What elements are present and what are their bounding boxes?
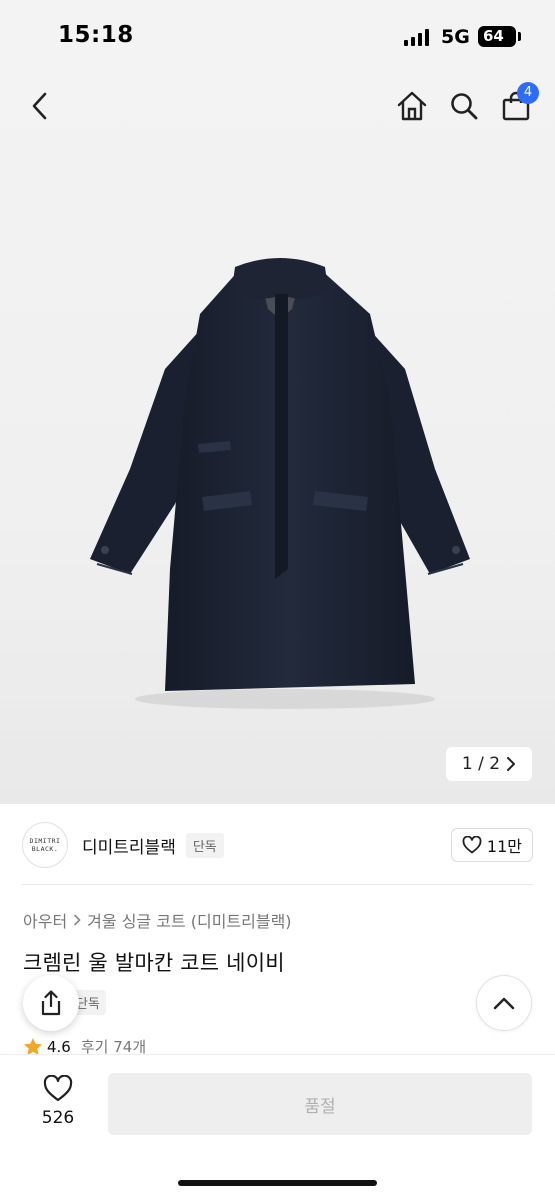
home-icon — [397, 91, 427, 121]
chevron-right-icon — [74, 914, 81, 926]
scroll-to-top-button[interactable] — [476, 975, 532, 1031]
product-image[interactable] — [70, 229, 490, 719]
chevron-left-icon — [32, 92, 47, 120]
chevron-up-icon — [493, 997, 515, 1010]
brand-logo[interactable]: DIMITRI BLACK. — [22, 822, 68, 868]
search-button[interactable] — [445, 86, 483, 126]
home-indicator[interactable] — [178, 1180, 377, 1186]
brand-logo-line1: DIMITRI — [29, 837, 61, 845]
wishlist-button[interactable]: 526 — [30, 1075, 86, 1128]
battery-icon: 64 — [478, 26, 516, 47]
heart-icon — [43, 1075, 73, 1102]
brand-like-count: 11만 — [486, 837, 522, 856]
battery-tip — [518, 32, 521, 41]
home-button[interactable] — [393, 86, 431, 126]
top-nav-actions: 4 — [393, 82, 539, 126]
breadcrumb-category[interactable]: 겨울 싱글 코트 (디미트리블랙) — [87, 908, 291, 932]
signal-icon — [404, 29, 430, 46]
brand-like-button[interactable]: 11만 — [450, 828, 533, 862]
product-gallery[interactable]: 4 1 / 2 — [0, 64, 555, 804]
brand-name[interactable]: 디미트리블랙 — [82, 833, 176, 858]
chevron-right-icon — [507, 757, 516, 771]
brand-exclusive-tag: 단독 — [185, 832, 224, 858]
brand-row: DIMITRI BLACK. 디미트리블랙 단독 11만 — [22, 818, 533, 872]
brand-logo-line2: BLACK. — [31, 845, 59, 853]
pager-text: 1 / 2 — [461, 754, 501, 774]
product-title: 크렘린 울 발마칸 코트 네이비 — [23, 951, 285, 975]
cart-button[interactable]: 4 — [497, 82, 539, 126]
back-button[interactable] — [22, 86, 58, 126]
cart-count-badge: 4 — [517, 82, 539, 104]
network-label: 5G — [441, 26, 470, 48]
search-icon — [451, 93, 478, 120]
breadcrumb: 아우터 겨울 싱글 코트 (디미트리블랙) — [23, 908, 292, 932]
status-bar: 15:18 5G 64 — [0, 0, 555, 64]
wishlist-count: 526 — [41, 1108, 75, 1128]
share-button[interactable] — [23, 975, 79, 1031]
status-time: 15:18 — [58, 22, 134, 48]
soldout-button[interactable]: 품절 — [108, 1073, 532, 1135]
rating-value: 4.6 — [47, 1037, 71, 1056]
heart-icon — [462, 836, 482, 854]
bottom-action-bar: 526 품절 — [0, 1054, 555, 1200]
divider — [22, 884, 533, 885]
breadcrumb-root[interactable]: 아우터 — [23, 908, 67, 932]
share-icon — [41, 990, 61, 1016]
gallery-pager[interactable]: 1 / 2 — [446, 747, 532, 781]
